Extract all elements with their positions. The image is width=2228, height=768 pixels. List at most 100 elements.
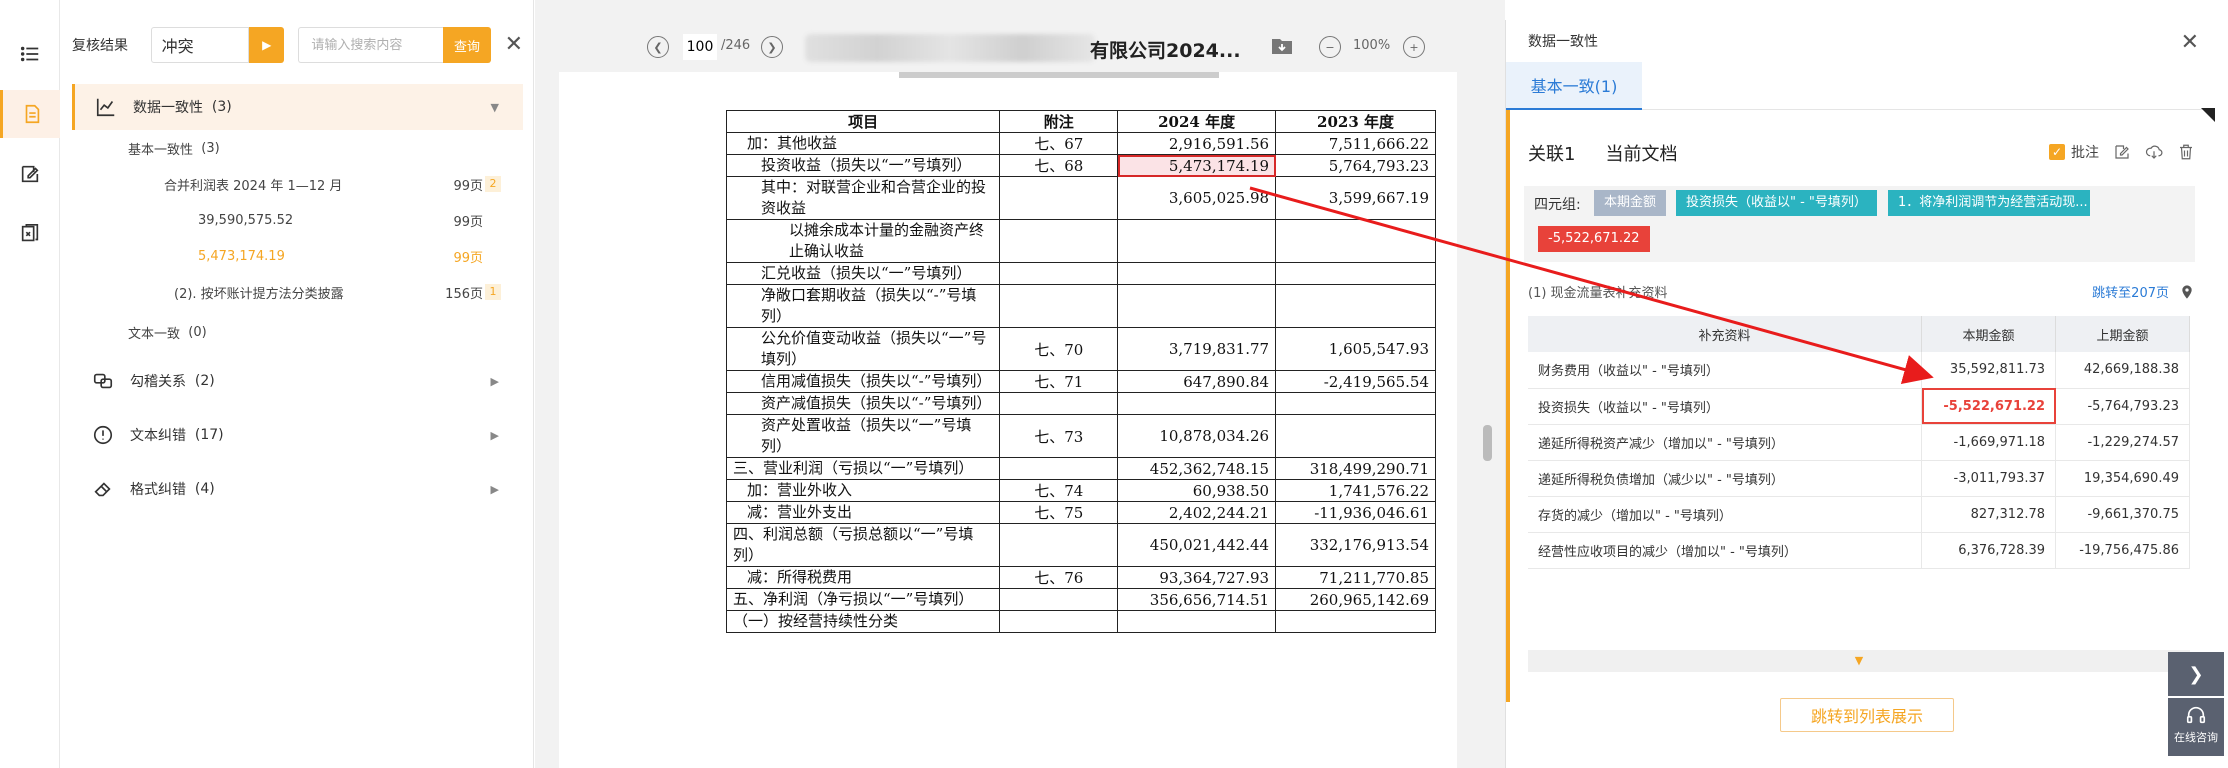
edit-icon[interactable] (2113, 143, 2131, 161)
table-header: 补充资料 (1528, 316, 1923, 352)
panel-header: 数据一致性 (1506, 20, 2215, 62)
search-input[interactable] (298, 27, 444, 63)
table-cell-y2023: 7,511,666.22 (1275, 132, 1436, 155)
online-consult-button[interactable]: 在线咨询 (2168, 698, 2224, 756)
zoom-in-icon[interactable]: + (1403, 36, 1425, 58)
table-row: 信用减值损失（损失以“-”号填列） 七、71 647,890.84 -2,419,56… (725, 370, 1436, 393)
tab-basic-consistency[interactable]: 基本一致(1) (1506, 62, 1642, 110)
tree-label: 格式纠错 (130, 482, 186, 498)
tree-leaf-value-selected[interactable]: 5,473,174.19 99页 (72, 238, 523, 274)
list-icon[interactable] (0, 30, 60, 78)
section-row: (1) 现金流量表补充资料 跳转至207页 (1528, 282, 2195, 306)
tree-item-data-consistency[interactable]: 数据一致性 (3) ▼ (72, 84, 523, 130)
document-icon[interactable] (0, 90, 60, 138)
next-page-icon[interactable]: ❯ (761, 36, 783, 58)
panel-tabs: 基本一致(1) (1506, 62, 2215, 110)
table-cell-note (999, 219, 1119, 263)
edit-icon[interactable] (0, 150, 60, 198)
table-row[interactable]: 递延所得税负债增加（减少以" - "号填列） -3,011,793.37 19,35… (1528, 460, 2190, 497)
table-cell-note: 七、73 (999, 414, 1119, 458)
tree-count: (4) (194, 481, 215, 497)
page-number-input[interactable] (683, 34, 717, 60)
caret-right-icon: ▶ (262, 38, 272, 52)
table-cell-y2023: 318,499,290.71 (1275, 457, 1436, 480)
tree-item-text-error[interactable]: 文本纠错 (17) ▶ (72, 408, 523, 462)
zoom-out-icon[interactable]: − (1319, 36, 1341, 58)
table-row[interactable]: 存货的减少（增加以" - "号填列） 827,312.78 -9,661,370.7… (1528, 496, 2190, 533)
tree-leaf-value[interactable]: 39,590,575.52 99页 (72, 202, 523, 238)
table-cell-name: 递延所得税资产减少（增加以" - "号填列） (1528, 424, 1923, 461)
link-icon (93, 373, 113, 389)
page-total: /246 (721, 38, 751, 53)
trash-icon[interactable] (2177, 143, 2195, 161)
leaf-page: 99页 (453, 250, 483, 266)
chevron-right-icon[interactable]: ▶ (491, 483, 499, 496)
table-cell-y2023: 332,176,913.54 (1275, 523, 1436, 567)
prev-page-icon[interactable]: ❮ (647, 36, 669, 58)
tree-item-basic-consistency[interactable]: 基本一致性 (3) (72, 130, 523, 166)
expand-table-icon[interactable]: ▼ (1528, 650, 2190, 672)
table-cell-cur: -3,011,793.37 (1921, 460, 2057, 497)
table-cell-y2024: 93,364,727.93 (1117, 566, 1277, 589)
table-cell-y2024: 3,605,025.98 (1117, 176, 1277, 220)
table-row[interactable]: 财务费用（收益以" - "号填列） 35,592,811.73 42,669,188… (1528, 352, 2190, 389)
table-cell-y2024: 2,916,591.56 (1117, 132, 1277, 155)
review-title: 复核结果 (72, 38, 128, 54)
table-cell-cur: 827,312.78 (1921, 496, 2057, 533)
table-cell-note: 七、68 (999, 154, 1119, 177)
result-type-select[interactable]: 冲突 (150, 27, 250, 63)
table-cell-item: 五、净利润（净亏损以“一”号填列） (725, 588, 1001, 611)
table-cell-note (999, 610, 1119, 633)
annotate-checkbox[interactable]: ✓ (2049, 144, 2065, 160)
table-cell-y2023 (1275, 284, 1436, 328)
table-row: 汇兑收益（损失以“一”号填列） (725, 262, 1436, 285)
location-pin-icon[interactable] (2179, 282, 2195, 302)
relation-card: 关联1 当前文档 ✓ 批注 四元组: 本期金额 投资损失（收益以" - "号填列… (1506, 110, 2215, 732)
tree-item-text-consistency[interactable]: 文本一致 (0) (72, 310, 523, 354)
vertical-scrollbar[interactable] (1483, 425, 1492, 461)
cloud-download-icon[interactable] (2145, 143, 2163, 161)
table-cell-item: 加：营业外收入 (725, 479, 1001, 502)
table-cell-cur: -5,522,671.22 (1921, 388, 2057, 425)
tree-count: (3) (211, 99, 232, 115)
table-row: 其中：对联营企业和合营企业的投资收益 3,605,025.98 3,599,667.… (725, 176, 1436, 220)
tree-leaf-bad-debt[interactable]: (2). 按坏账计提方法分类披露 156页 1 (72, 274, 523, 310)
table-cell-item: 减：所得税费用 (725, 566, 1001, 589)
tree-item-format-error[interactable]: 格式纠错 (4) ▶ (72, 462, 523, 516)
close-icon[interactable]: ✕ (2181, 30, 2199, 55)
table-cell-y2023: -11,936,046.61 (1275, 501, 1436, 524)
close-icon[interactable]: ✕ (505, 34, 523, 56)
table-cell-y2024: 450,021,442.44 (1117, 523, 1277, 567)
tree-leaf-income-statement[interactable]: 合并利润表 2024 年 1—12 月 99页 2 (72, 166, 523, 202)
leaf-page: 156页 (445, 286, 483, 302)
compare-icon[interactable] (0, 210, 60, 258)
table-row: 减：营业外支出 七、75 2,402,244.21 -11,936,046.61 (725, 501, 1436, 524)
table-cell-y2024: 10,878,034.26 (1117, 414, 1277, 458)
table-cell-y2023: 1,741,576.22 (1275, 479, 1436, 502)
table-cell-y2023: -2,419,565.54 (1275, 370, 1436, 393)
tree-label: 勾稽关系 (130, 374, 186, 390)
search-button[interactable]: 查询 (443, 27, 491, 63)
table-cell-y2024 (1117, 284, 1277, 328)
table-cell-note (999, 523, 1119, 567)
jump-to-list-button[interactable]: 跳转到列表展示 (1780, 698, 1954, 732)
table-cell-item: 资产处置收益（损失以“一”号填列） (725, 414, 1001, 458)
table-row[interactable]: 经营性应收项目的减少（增加以" - "号填列） 6,376,728.39 -19,7… (1528, 532, 2190, 569)
table-header: 上期金额 (2055, 316, 2190, 352)
table-header: 2024 年度 (1117, 110, 1277, 133)
collapse-panel-button[interactable]: ❯ (2168, 652, 2224, 696)
table-cell-y2023 (1275, 414, 1436, 458)
tree-item-tick-relation[interactable]: 勾稽关系 (2) ▶ (72, 354, 523, 408)
download-folder-icon[interactable] (1270, 34, 1294, 58)
chevron-down-icon[interactable]: ▼ (491, 101, 499, 114)
jump-to-page-link[interactable]: 跳转至207页 (2092, 282, 2169, 301)
chevron-right-icon[interactable]: ▶ (491, 375, 499, 388)
page-cut-text (899, 72, 1219, 78)
table-cell-y2024: 3,719,831.77 (1117, 327, 1277, 371)
select-arrow-button[interactable]: ▶ (249, 27, 285, 63)
chevron-right-icon[interactable]: ▶ (491, 429, 499, 442)
income-statement-table: 项目 附注 2024 年度 2023 年度 加：其他收益 七、67 2,916,591.5… (725, 110, 1436, 633)
table-cell-item: 汇兑收益（损失以“一”号填列） (725, 262, 1001, 285)
table-row[interactable]: 投资损失（收益以" - "号填列） -5,522,671.22 -5,764,793… (1528, 388, 2190, 425)
table-row[interactable]: 递延所得税资产减少（增加以" - "号填列） -1,669,971.18 -1,22… (1528, 424, 2190, 461)
